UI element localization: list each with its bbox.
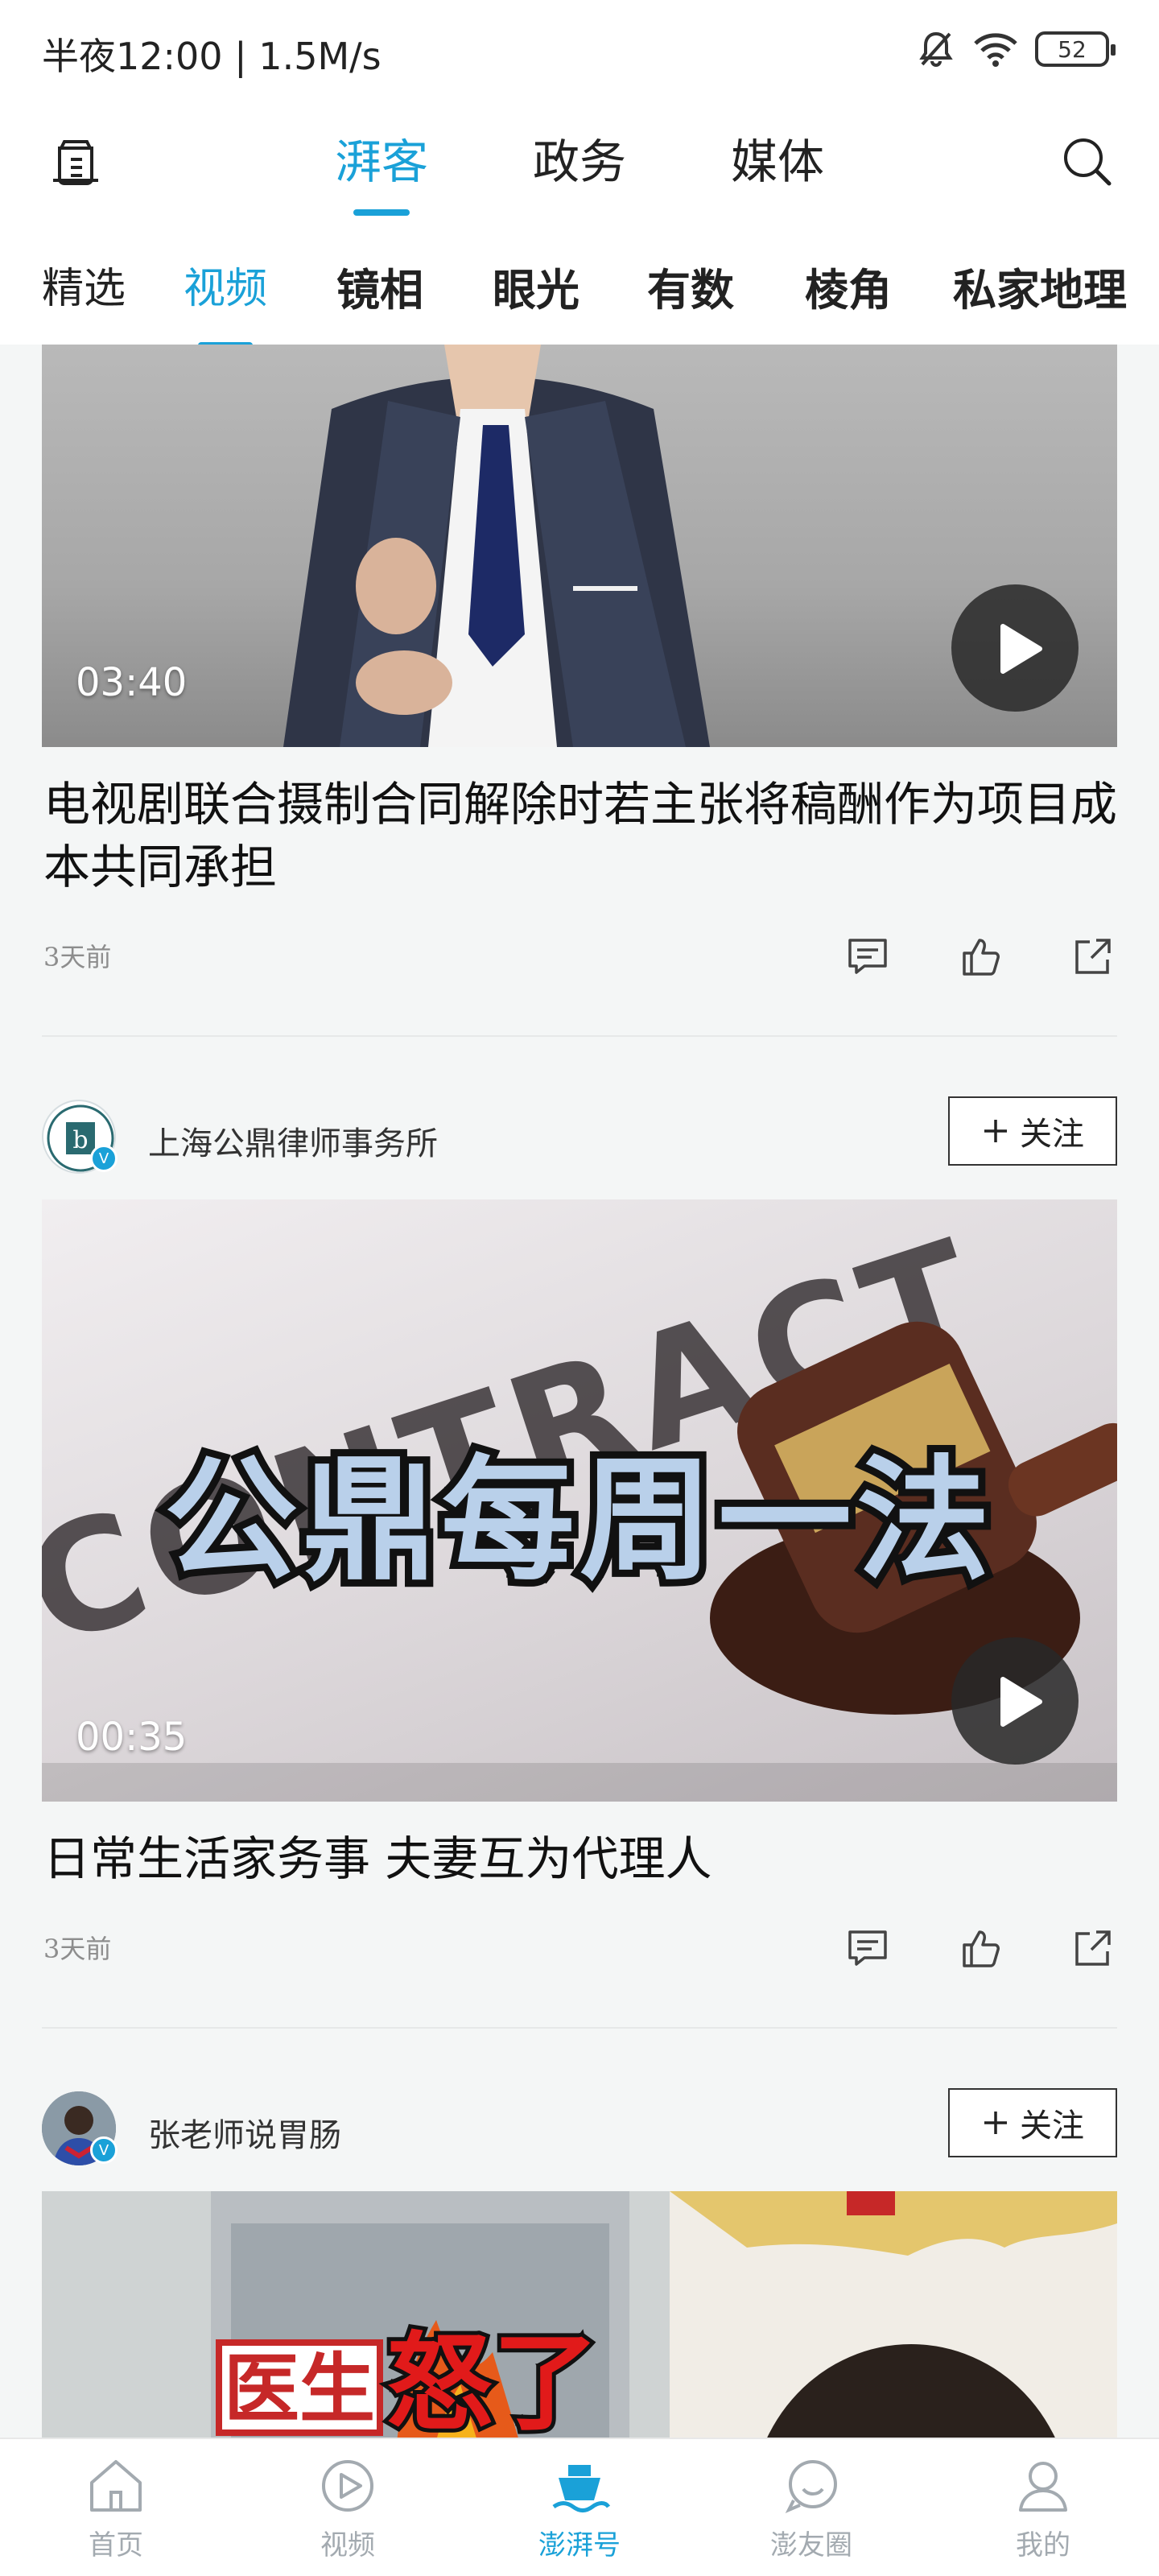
- nav-label: 澎湃号: [538, 2529, 621, 2562]
- like-icon[interactable]: [959, 1927, 1001, 1969]
- tab-zhengwu[interactable]: 政务: [533, 124, 626, 216]
- action-bar: [847, 1927, 1114, 1969]
- header-tabs: 湃客 政务 媒体: [0, 124, 1159, 216]
- nav-pengyou-quan[interactable]: 澎友圈: [695, 2439, 927, 2576]
- thumbnail-caption-boxed: 医生: [224, 2346, 375, 2434]
- channel-sijia-dili[interactable]: 私家地理: [953, 254, 1127, 318]
- nav-label: 我的: [1016, 2529, 1070, 2562]
- follow-button[interactable]: 关注: [948, 2088, 1117, 2157]
- video-title[interactable]: 日常生活家务事 夫妻互为代理人: [43, 1827, 1119, 1890]
- publish-time: 3天前: [43, 942, 112, 972]
- thumbnail-caption-red: 怒了: [386, 2322, 599, 2438]
- author-name[interactable]: 上海公鼎律师事务所: [148, 1117, 438, 1164]
- video-thumbnail[interactable]: 医生 怒了: [42, 2191, 1117, 2438]
- plus-icon: [984, 1120, 1007, 1142]
- status-icons: 52: [916, 29, 1116, 69]
- nav-pengpai-hao[interactable]: 澎湃号: [464, 2439, 695, 2576]
- battery-level: 52: [1058, 35, 1087, 63]
- play-button[interactable]: [951, 1637, 1079, 1765]
- home-icon: [90, 2460, 142, 2512]
- follow-button[interactable]: 关注: [948, 1096, 1117, 1166]
- status-bar: 半夜12:00 | 1.5M/s 52: [0, 0, 1159, 103]
- nav-label: 首页: [89, 2529, 143, 2562]
- divider: [42, 2027, 1117, 2029]
- nav-home[interactable]: 首页: [0, 2439, 232, 2576]
- svg-text:b: b: [72, 1126, 88, 1154]
- comment-icon[interactable]: [847, 1927, 889, 1969]
- ship-icon: [552, 2465, 611, 2512]
- channel-lengjiao[interactable]: 棱角: [805, 254, 892, 318]
- thumbnail-image: 医生 怒了: [42, 2191, 1117, 2438]
- video-play-icon: [322, 2460, 373, 2512]
- bottom-nav: 首页 视频 澎湃号 澎友圈 我的: [0, 2438, 1159, 2576]
- tab-meiti[interactable]: 媒体: [731, 124, 824, 216]
- nav-label: 视频: [320, 2529, 375, 2562]
- verified-badge-icon: V: [90, 2136, 118, 2164]
- channel-jingxuan[interactable]: 精选: [42, 254, 126, 315]
- follow-label: 关注: [1020, 1116, 1084, 1153]
- video-thumbnail[interactable]: CONTRACT 公鼎每周一法 00:35: [42, 1199, 1117, 1802]
- video-title[interactable]: 电视剧联合摄制合同解除时若主张将稿酬作为项目成本共同承担: [43, 773, 1119, 898]
- status-time: 半夜12:00 | 1.5M/s: [42, 35, 382, 78]
- divider: [42, 1035, 1117, 1037]
- video-feed[interactable]: 03:40 电视剧联合摄制合同解除时若主张将稿酬作为项目成本共同承担 3天前 b…: [0, 345, 1159, 2438]
- video-thumbnail[interactable]: 03:40: [42, 345, 1117, 747]
- tab-paike[interactable]: 湃客: [335, 124, 428, 216]
- nav-mine[interactable]: 我的: [927, 2439, 1159, 2576]
- action-bar: [847, 935, 1114, 977]
- thumbnail-image: [283, 345, 710, 747]
- wifi-icon: [974, 33, 1017, 67]
- author-row: b V 上海公鼎律师事务所 关注: [42, 1096, 1117, 1177]
- plus-icon: [984, 2112, 1007, 2134]
- channel-yanguang[interactable]: 眼光: [493, 254, 580, 318]
- channel-bar: 精选 视频 镜相 眼光 有数 棱角 私家地理: [0, 225, 1159, 349]
- share-icon[interactable]: [1072, 935, 1114, 977]
- channel-jingxiang[interactable]: 镜相: [336, 254, 423, 318]
- comment-icon[interactable]: [847, 935, 889, 977]
- channel-shipin[interactable]: 视频: [184, 254, 267, 349]
- chat-bubble-icon: [785, 2460, 837, 2513]
- publish-time: 3天前: [43, 1934, 112, 1964]
- follow-label: 关注: [1020, 2107, 1084, 2145]
- channel-youshu[interactable]: 有数: [647, 254, 734, 318]
- play-icon: [1000, 1677, 1042, 1727]
- play-button[interactable]: [951, 584, 1079, 712]
- author-row: V 张老师说胃肠 关注: [42, 2088, 1117, 2169]
- nav-label: 澎友圈: [770, 2529, 852, 2562]
- mute-bell-icon: [919, 31, 953, 67]
- play-icon: [1000, 624, 1042, 674]
- search-icon[interactable]: [1059, 134, 1116, 190]
- user-icon: [1019, 2462, 1067, 2512]
- like-icon[interactable]: [959, 935, 1001, 977]
- verified-badge-icon: V: [90, 1145, 118, 1172]
- top-header: 湃客 政务 媒体: [0, 103, 1159, 225]
- video-duration: 03:40: [76, 660, 188, 705]
- battery-icon: 52: [1035, 31, 1116, 67]
- nav-video[interactable]: 视频: [232, 2439, 464, 2576]
- video-duration: 00:35: [76, 1715, 188, 1760]
- thumbnail-caption: 公鼎每周一法: [164, 1443, 995, 1599]
- author-name[interactable]: 张老师说胃肠: [148, 2109, 341, 2156]
- share-icon[interactable]: [1072, 1927, 1114, 1969]
